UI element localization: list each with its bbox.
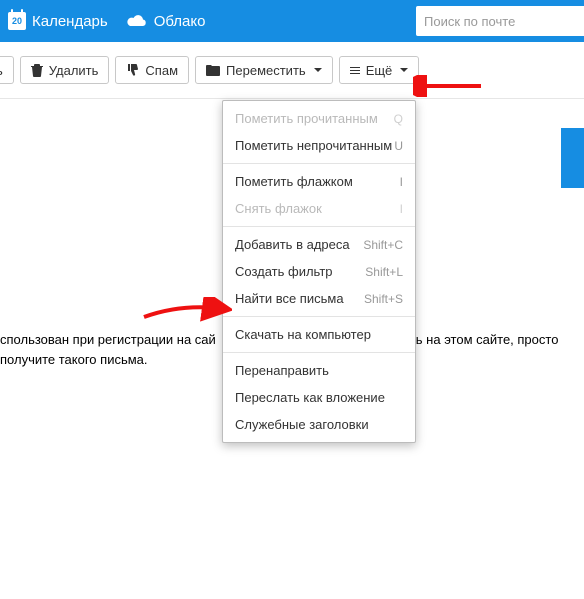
dropdown-item-label: Пометить флажком [235, 174, 353, 189]
thumbs-down-icon [126, 64, 139, 77]
dropdown-item-label: Пометить прочитанным [235, 111, 378, 126]
dropdown-separator [223, 352, 415, 353]
dropdown-item[interactable]: Найти все письма Shift+S [223, 285, 415, 312]
dropdown-item-shortcut: Shift+C [363, 238, 403, 252]
dropdown-item: Снять флажок I [223, 195, 415, 222]
nav-calendar[interactable]: 20 Календарь [8, 12, 108, 30]
dropdown-separator [223, 316, 415, 317]
chevron-down-icon [400, 68, 408, 72]
dropdown-item-label: Служебные заголовки [235, 417, 369, 432]
list-icon [350, 67, 360, 74]
chevron-down-icon [314, 68, 322, 72]
dropdown-item[interactable]: Пометить флажком I [223, 168, 415, 195]
dropdown-item-shortcut: Q [394, 112, 403, 126]
dropdown-item-label: Найти все письма [235, 291, 344, 306]
trash-icon [31, 64, 43, 77]
dropdown-item[interactable]: Переслать как вложение [223, 384, 415, 411]
dropdown-item[interactable]: Пометить непрочитаннымU [223, 132, 415, 159]
spam-label: Спам [145, 63, 178, 78]
cloud-icon [126, 13, 148, 29]
delete-label: Удалить [49, 63, 99, 78]
fragment-label: ь [0, 63, 3, 78]
dropdown-item[interactable]: Перенаправить [223, 357, 415, 384]
search-input[interactable] [424, 14, 576, 29]
nav-cloud-label: Облако [154, 13, 206, 30]
side-panel-fragment [561, 128, 584, 188]
dropdown-item-label: Перенаправить [235, 363, 329, 378]
dropdown-item[interactable]: Служебные заголовки [223, 411, 415, 438]
folder-icon [206, 65, 220, 76]
dropdown-item-label: Создать фильтр [235, 264, 333, 279]
topbar: 20 Календарь Облако [0, 0, 584, 42]
delete-button[interactable]: Удалить [20, 56, 110, 84]
calendar-icon: 20 [8, 12, 26, 30]
dropdown-item-shortcut: Shift+L [365, 265, 403, 279]
spam-button[interactable]: Спам [115, 56, 189, 84]
dropdown-item-label: Добавить в адреса [235, 237, 350, 252]
dropdown-item[interactable]: Создать фильтр Shift+L [223, 258, 415, 285]
dropdown-item-shortcut: I [400, 202, 403, 216]
dropdown-item-label: Скачать на компьютер [235, 327, 371, 342]
dropdown-item-label: Снять флажок [235, 201, 322, 216]
fragment-button[interactable]: ь [0, 56, 14, 84]
annotation-arrow-more [413, 75, 483, 97]
more-dropdown: Пометить прочитаннымQПометить непрочитан… [222, 100, 416, 443]
body-fragment-1: спользован при регистрации на сай [0, 332, 216, 347]
dropdown-item-shortcut: I [400, 175, 403, 189]
annotation-arrow-download [142, 297, 232, 323]
dropdown-separator [223, 163, 415, 164]
dropdown-item-shortcut: Shift+S [364, 292, 403, 306]
move-label: Переместить [226, 63, 306, 78]
search-box[interactable] [416, 6, 584, 36]
more-button[interactable]: Ещё [339, 56, 420, 84]
nav-cloud[interactable]: Облако [126, 13, 206, 30]
dropdown-item[interactable]: Скачать на компьютер [223, 321, 415, 348]
toolbar: ь Удалить Спам Переместить Ещё [0, 42, 584, 99]
dropdown-item-label: Пометить непрочитанным [235, 138, 392, 153]
body-fragment-2: ь на этом сайте, просто [416, 332, 559, 347]
dropdown-item-shortcut: U [394, 139, 403, 153]
more-label: Ещё [366, 63, 393, 78]
nav-calendar-label: Календарь [32, 13, 108, 30]
dropdown-item-label: Переслать как вложение [235, 390, 385, 405]
dropdown-item[interactable]: Добавить в адреса Shift+C [223, 231, 415, 258]
dropdown-item: Пометить прочитанным Q [223, 105, 415, 132]
move-button[interactable]: Переместить [195, 56, 333, 84]
dropdown-separator [223, 226, 415, 227]
